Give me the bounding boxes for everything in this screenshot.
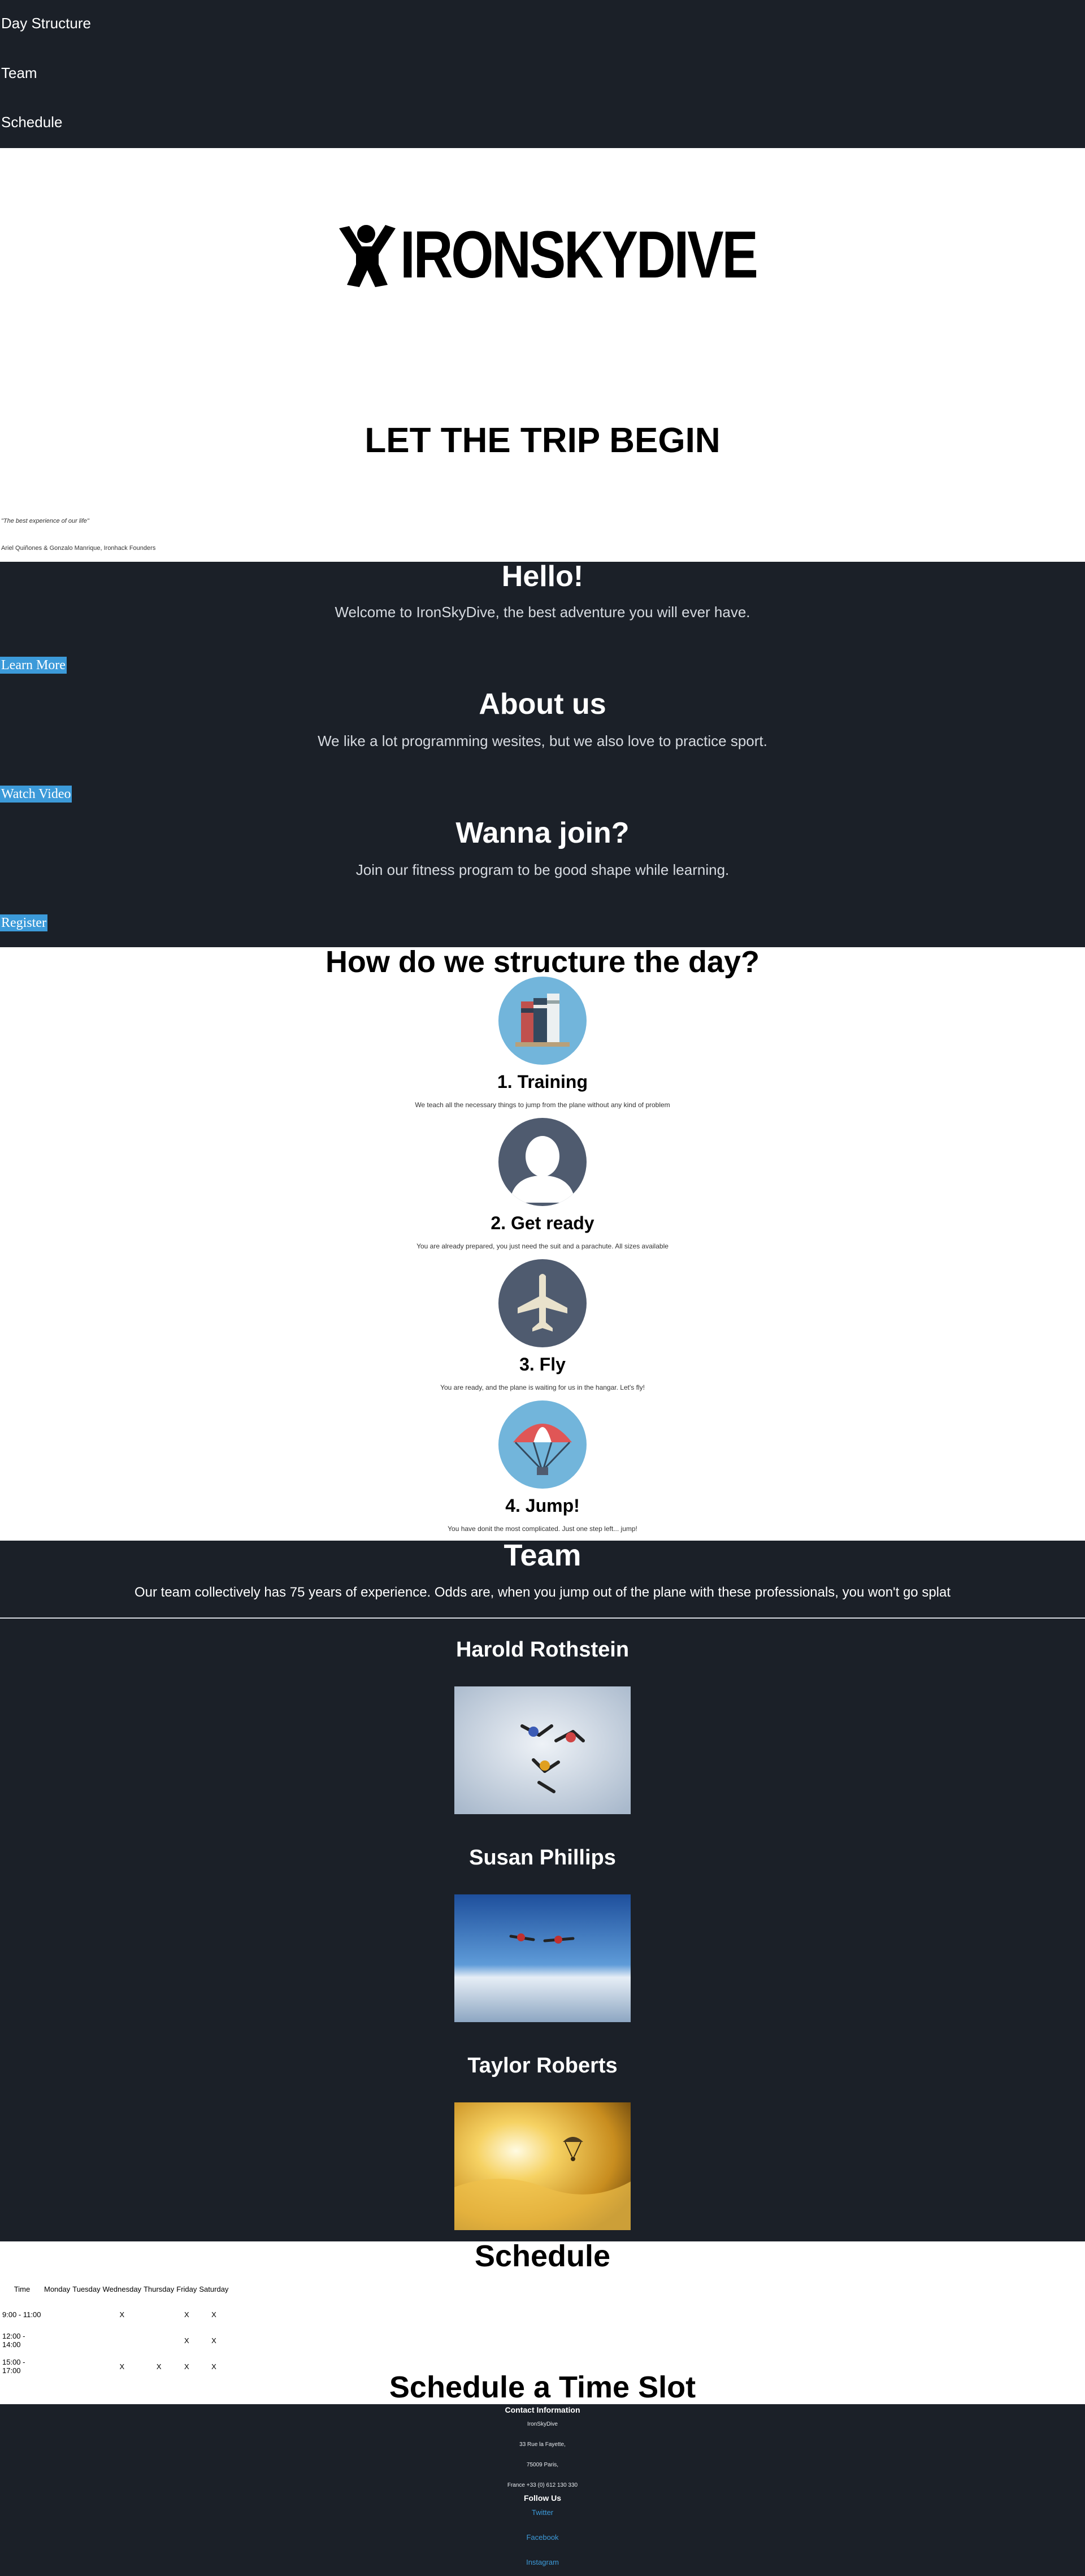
column-header: Friday	[176, 2284, 197, 2293]
nav-link-schedule[interactable]: Schedule	[1, 114, 62, 131]
nav-link-day-structure[interactable]: Day Structure	[1, 15, 91, 32]
step-desc: You have donit the most complicated. Jus…	[448, 1525, 637, 1533]
member-photo	[454, 1686, 631, 1814]
logo: IRONSKYDIVE	[333, 218, 758, 292]
table-header-row: Time Monday Tuesday Wednesday Thursday F…	[1, 2276, 229, 2301]
join-subtitle: Join our fitness program to be good shap…	[355, 861, 730, 878]
contact-line: IronSkyDive	[527, 2421, 558, 2427]
time-cell: 12:00 - 14:00	[2, 2332, 25, 2349]
step-desc: You are already prepared, you just need …	[416, 1242, 669, 1250]
table-cell	[71, 2327, 101, 2353]
team-subtitle: Our team collectively has 75 years of ex…	[134, 1585, 951, 1600]
hero-section: IRONSKYDIVE LET THE TRIP BEGIN "The best…	[0, 148, 1085, 562]
schedule-slot-title: Schedule a Time Slot	[389, 2370, 696, 2404]
member-name: Taylor Roberts	[467, 2054, 618, 2078]
table-row: 9:00 - 11:00 X X X	[1, 2301, 229, 2327]
column-header: Tuesday	[72, 2284, 101, 2293]
table-row: 12:00 - 14:00 X X	[1, 2327, 229, 2353]
table-cell	[102, 2327, 142, 2353]
cta-section: Hello! Welcome to IronSkyDive, the best …	[0, 560, 1085, 947]
day-structure-section: How do we structure the day? 1. Training…	[0, 945, 1085, 1541]
member-name: Susan Phillips	[469, 1846, 616, 1870]
table-cell	[142, 2301, 175, 2327]
step-title: 3. Fly	[519, 1354, 566, 1374]
hero-title: LET THE TRIP BEGIN	[364, 421, 721, 460]
books-icon	[498, 977, 587, 1065]
contact-title: Contact Information	[505, 2405, 580, 2414]
schedule-title: Schedule	[474, 2239, 611, 2273]
column-header: Monday	[44, 2284, 71, 2293]
join-title: Wanna join?	[455, 817, 630, 849]
member-photo	[454, 1894, 631, 2022]
facebook-link[interactable]: Facebook	[0, 2533, 1085, 2542]
nav-link-team[interactable]: Team	[1, 64, 37, 82]
divider	[0, 1617, 1085, 1619]
step-desc: You are ready, and the plane is waiting …	[440, 1384, 645, 1391]
hero-quote: "The best experience of our life"	[1, 518, 89, 524]
follow-title: Follow Us	[523, 2493, 562, 2503]
structure-title: How do we structure the day?	[325, 945, 760, 979]
about-subtitle: We like a lot programming wesites, but w…	[318, 732, 767, 749]
step-title: 2. Get ready	[491, 1213, 594, 1233]
person-icon	[498, 1118, 587, 1206]
contact-line: France +33 (0) 612 130 330	[507, 2482, 578, 2488]
learn-more-button[interactable]: Learn More	[0, 657, 67, 674]
twitter-link[interactable]: Twitter	[0, 2508, 1085, 2517]
table-cell: X	[211, 2336, 216, 2345]
table-cell: X	[211, 2310, 216, 2319]
hero-authors: Ariel Quiñones & Gonzalo Manrique, Ironh…	[1, 545, 156, 552]
about-title: About us	[479, 688, 606, 721]
watch-video-button[interactable]: Watch Video	[0, 786, 72, 803]
member-photo	[454, 2102, 631, 2230]
team-title: Team	[504, 1538, 581, 1572]
column-header: Thursday	[144, 2284, 175, 2293]
table-cell: X	[184, 2336, 189, 2345]
footer: Contact Information IronSkyDive 33 Rue l…	[0, 2404, 1085, 2576]
contact-line: 75009 Paris,	[526, 2462, 559, 2468]
step-title: 4. Jump!	[505, 1495, 580, 1516]
parachute-icon	[498, 1400, 587, 1489]
schedule-section: Schedule Time Monday Tuesday Wednesday T…	[0, 2239, 1085, 2404]
logo-text: IRONSKYDIVE	[400, 218, 758, 292]
airplane-icon	[498, 1259, 587, 1347]
step-title: 1. Training	[497, 1072, 588, 1092]
column-header: Saturday	[199, 2284, 229, 2293]
contact-line: 33 Rue la Fayette,	[519, 2441, 566, 2448]
instagram-link[interactable]: Instagram	[0, 2558, 1085, 2566]
hello-title: Hello!	[501, 560, 584, 593]
time-cell: 9:00 - 11:00	[2, 2310, 41, 2319]
table-cell	[71, 2301, 101, 2327]
column-header: Time	[14, 2284, 31, 2293]
column-header: Wednesday	[102, 2284, 142, 2293]
table-cell: X	[119, 2310, 125, 2319]
team-section: Team Our team collectively has 75 years …	[0, 1538, 1085, 2241]
table-cell	[43, 2327, 71, 2353]
table-cell	[142, 2327, 175, 2353]
hello-subtitle: Welcome to IronSkyDive, the best adventu…	[335, 604, 750, 621]
top-nav: Day Structure Team Schedule	[0, 0, 1085, 148]
table-cell	[43, 2301, 71, 2327]
register-button[interactable]: Register	[0, 914, 47, 931]
member-name: Harold Rothstein	[455, 1638, 630, 1662]
schedule-table: Time Monday Tuesday Wednesday Thursday F…	[1, 2276, 229, 2379]
step-desc: We teach all the necessary things to jum…	[415, 1101, 670, 1109]
table-cell: X	[184, 2310, 189, 2319]
skydiver-icon	[339, 225, 396, 287]
